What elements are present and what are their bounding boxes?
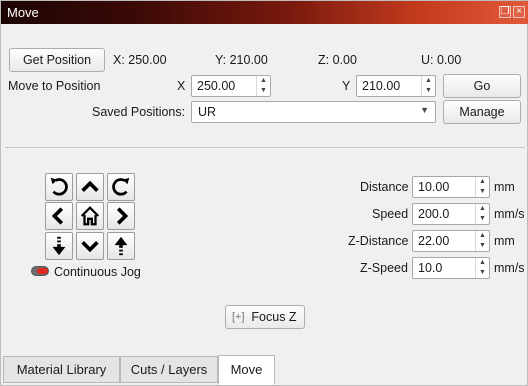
section-divider — [5, 147, 525, 148]
focus-icon: [+] — [232, 311, 245, 323]
chevron-down-icon — [81, 241, 99, 253]
saved-positions-value: UR — [198, 105, 217, 119]
z-up-button[interactable] — [107, 232, 135, 260]
z-speed-label: Z-Speed — [360, 261, 408, 275]
z-down-button[interactable] — [45, 232, 73, 260]
z-speed-unit: mm/s — [494, 261, 525, 275]
window-title: Move — [7, 5, 39, 20]
spin-up-icon[interactable]: ▲ — [476, 204, 489, 214]
spin-down-icon[interactable]: ▼ — [476, 268, 489, 278]
chevron-down-icon: ▼ — [420, 105, 429, 115]
title-bar: Move ❐ × — [1, 1, 528, 24]
distance-value: 10.00 — [418, 180, 450, 194]
jog-left-button[interactable] — [45, 202, 73, 230]
speed-label: Speed — [372, 207, 409, 221]
move-x-value: 250.00 — [197, 79, 236, 93]
z-distance-label: Z-Distance — [348, 234, 409, 248]
close-icon[interactable]: × — [513, 6, 525, 18]
focus-z-label: Focus Z — [251, 310, 297, 324]
spin-down-icon[interactable]: ▼ — [476, 187, 489, 197]
focus-z-button[interactable]: [+] Focus Z — [225, 305, 305, 329]
chevron-left-icon — [51, 207, 64, 225]
home-button[interactable] — [76, 202, 104, 230]
tab-material-library[interactable]: Material Library — [3, 356, 120, 383]
z-distance-stepper[interactable]: ▲ ▼ — [475, 231, 489, 251]
z-distance-unit: mm — [494, 234, 515, 248]
move-x-stepper[interactable]: ▲ ▼ — [256, 76, 270, 96]
jog-right-button[interactable] — [107, 202, 135, 230]
spin-down-icon[interactable]: ▼ — [476, 214, 489, 224]
arrow-down-icon — [52, 236, 66, 256]
distance-input[interactable]: 10.00 ▲ ▼ — [412, 176, 490, 198]
spin-up-icon[interactable]: ▲ — [476, 231, 489, 241]
distance-stepper[interactable]: ▲ ▼ — [475, 177, 489, 197]
move-panel: Move ❐ × Get Position X: 250.00 Y: 210.0… — [0, 0, 528, 386]
spin-up-icon[interactable]: ▲ — [476, 177, 489, 187]
move-x-label: X — [177, 79, 186, 93]
z-speed-input[interactable]: 10.0 ▲ ▼ — [412, 257, 490, 279]
spin-up-icon[interactable]: ▲ — [476, 258, 489, 268]
restore-icon[interactable]: ❐ — [499, 6, 511, 18]
position-x-readout: X: 250.00 — [113, 53, 167, 67]
move-y-label: Y — [342, 79, 351, 93]
manage-button[interactable]: Manage — [443, 100, 521, 124]
spin-up-icon[interactable]: ▲ — [422, 76, 435, 86]
saved-positions-label: Saved Positions: — [92, 105, 186, 119]
position-u-readout: U: 0.00 — [421, 53, 462, 67]
speed-unit: mm/s — [494, 207, 525, 221]
tab-cuts-layers[interactable]: Cuts / Layers — [120, 356, 218, 383]
rotate-ccw-icon — [50, 177, 68, 196]
title-bar-buttons: ❐ × — [499, 6, 525, 18]
tab-bar: Material Library Cuts / Layers Move — [1, 355, 528, 386]
move-y-input[interactable]: 210.00 ▲ ▼ — [356, 75, 436, 97]
z-distance-input[interactable]: 22.00 ▲ ▼ — [412, 230, 490, 252]
continuous-jog-toggle[interactable] — [31, 266, 49, 276]
move-y-value: 210.00 — [362, 79, 401, 93]
speed-value: 200.0 — [418, 207, 450, 221]
chevron-up-icon — [81, 180, 99, 192]
spin-down-icon[interactable]: ▼ — [257, 86, 270, 96]
home-icon — [80, 206, 100, 226]
move-to-position-label: Move to Position — [8, 79, 101, 93]
arrow-up-icon — [114, 236, 128, 256]
position-y-readout: Y: 210.00 — [215, 53, 268, 67]
move-y-stepper[interactable]: ▲ ▼ — [421, 76, 435, 96]
continuous-jog-label: Continuous Jog — [54, 265, 141, 279]
chevron-right-icon — [116, 207, 129, 225]
rotate-cw-icon — [112, 177, 130, 196]
rotate-cw-button[interactable] — [107, 173, 135, 201]
distance-label: Distance — [360, 180, 409, 194]
spin-down-icon[interactable]: ▼ — [422, 86, 435, 96]
go-button[interactable]: Go — [443, 74, 521, 98]
saved-positions-select[interactable]: UR ▼ — [191, 101, 436, 123]
z-speed-value: 10.0 — [418, 261, 443, 275]
z-distance-value: 22.00 — [418, 234, 450, 248]
move-x-input[interactable]: 250.00 ▲ ▼ — [191, 75, 271, 97]
spin-down-icon[interactable]: ▼ — [476, 241, 489, 251]
rotate-ccw-button[interactable] — [45, 173, 73, 201]
get-position-button[interactable]: Get Position — [9, 48, 105, 72]
distance-unit: mm — [494, 180, 515, 194]
speed-input[interactable]: 200.0 ▲ ▼ — [412, 203, 490, 225]
spin-up-icon[interactable]: ▲ — [257, 76, 270, 86]
tab-move[interactable]: Move — [218, 355, 275, 385]
jog-down-button[interactable] — [76, 232, 104, 260]
z-speed-stepper[interactable]: ▲ ▼ — [475, 258, 489, 278]
speed-stepper[interactable]: ▲ ▼ — [475, 204, 489, 224]
jog-up-button[interactable] — [76, 173, 104, 201]
position-z-readout: Z: 0.00 — [318, 53, 357, 67]
